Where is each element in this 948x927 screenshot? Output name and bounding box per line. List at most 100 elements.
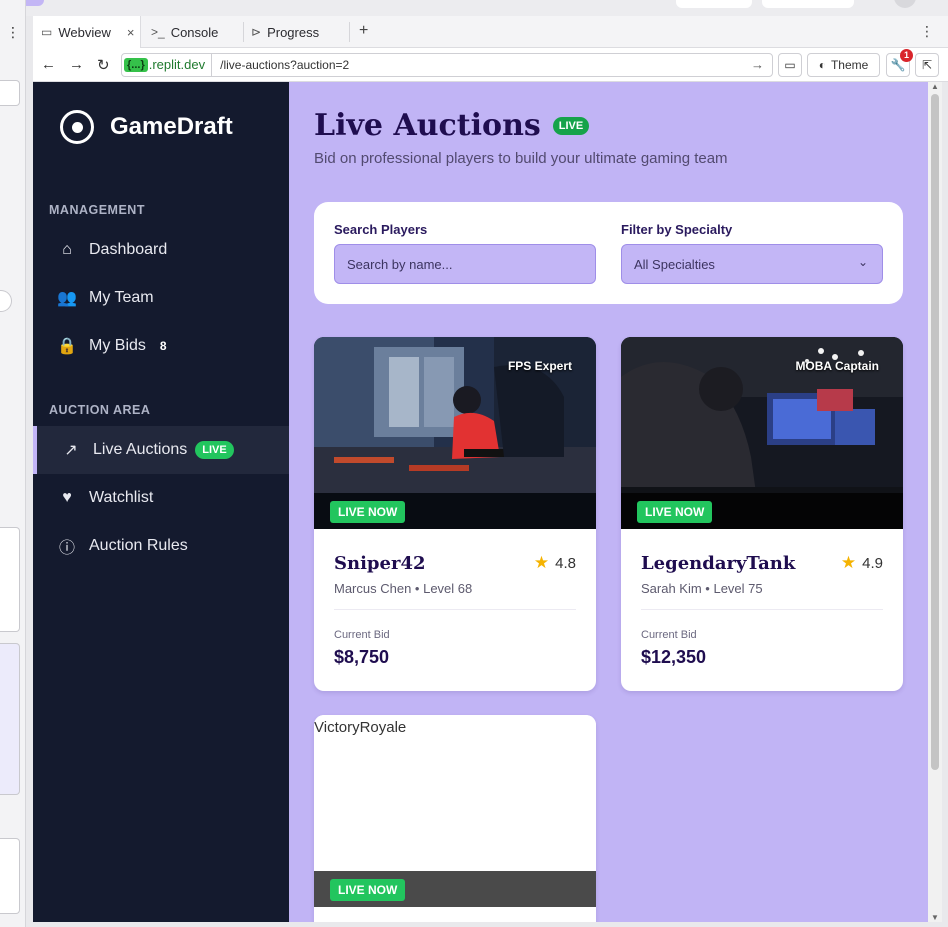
notification-badge: 1 <box>900 49 913 62</box>
panel-fragment <box>0 643 20 795</box>
player-rating: ★ 4.9 <box>841 553 883 573</box>
outer-app-button-fragment <box>676 0 752 8</box>
page-scrollbar[interactable]: ▲ ▼ <box>928 82 942 922</box>
new-tab-plus-icon[interactable]: + <box>359 22 368 40</box>
trending-up-icon: ↗ <box>64 442 78 459</box>
url-badge: {...} <box>124 58 148 72</box>
sidebar-item-label: My Bids <box>89 337 146 354</box>
filter-panel: Search Players Search by name... Filter … <box>314 202 903 304</box>
back-arrow-icon[interactable]: ← <box>41 56 56 73</box>
tab-divider <box>349 22 350 42</box>
brand[interactable]: GameDraft <box>60 110 233 144</box>
sidebar-item-my-bids[interactable]: 🔒 My Bids 8 <box>33 322 289 370</box>
player-meta: Marcus Chen • Level 68 <box>334 581 473 596</box>
tab-progress[interactable]: ⊳ Progress <box>243 16 349 48</box>
search-input[interactable]: Search by name... <box>334 244 596 284</box>
sidebar-item-label: My Team <box>89 289 154 306</box>
gamedraft-logo-icon <box>60 110 94 144</box>
reload-icon[interactable]: ↻ <box>97 56 110 74</box>
forward-arrow-icon[interactable]: → <box>69 56 84 73</box>
sidebar-item-label: Dashboard <box>89 241 168 258</box>
bid-value: $12,350 <box>641 647 707 667</box>
specialty-tag: MOBA Captain <box>795 359 879 373</box>
player-name: Sniper42 <box>334 553 426 574</box>
specialty-select[interactable]: All Specialties ⌄ <box>621 244 883 284</box>
webview-page: GameDraft MANAGEMENT ⌂ Dashboard 👥 My Te… <box>33 82 928 922</box>
brand-name: GameDraft <box>110 113 233 140</box>
star-icon: ★ <box>533 553 550 572</box>
outer-app-button-fragment <box>762 0 854 8</box>
sidebar-item-live-auctions[interactable]: ↗ Live Auctions LIVE <box>33 426 289 474</box>
theme-button[interactable]: ◐ Theme <box>807 53 880 77</box>
sidebar-item-my-team[interactable]: 👥 My Team <box>33 274 289 322</box>
section-title-management: MANAGEMENT <box>49 203 145 217</box>
live-badge: LIVE <box>552 116 590 135</box>
scroll-down-icon[interactable]: ▼ <box>931 913 939 922</box>
player-card[interactable]: FPS Expert LIVE NOW Sniper42 ★ 4.8 Marcu… <box>314 337 596 691</box>
avatar <box>894 0 916 8</box>
tab-console[interactable]: >_ Console <box>143 16 243 48</box>
live-now-badge: LIVE NOW <box>330 501 406 523</box>
browser-tab-bar: ▭ Webview × >_ Console ⊳ Progress + ⋮ <box>33 16 948 48</box>
player-rating: ★ 4.8 <box>534 553 576 573</box>
sidebar-item-label: Watchlist <box>89 489 154 506</box>
outer-app-left-panel: ⋮ <box>0 0 26 927</box>
theme-label: Theme <box>830 58 869 72</box>
tab-label: Console <box>170 24 219 40</box>
player-name: LegendaryTank <box>641 553 796 574</box>
scroll-up-icon[interactable]: ▲ <box>931 82 939 91</box>
panel-fragment <box>0 80 20 106</box>
player-meta: Sarah Kim • Level 75 <box>641 581 763 596</box>
live-badge: LIVE <box>195 441 234 459</box>
bid-label: Current Bid <box>334 629 390 641</box>
page-subtitle: Bid on professional players to build you… <box>314 150 728 167</box>
panel-fragment <box>0 838 20 914</box>
section-title-auction-area: AUCTION AREA <box>49 403 151 417</box>
player-card[interactable]: VictoryRoyale LIVE NOW <box>314 715 596 922</box>
more-options-icon[interactable]: ⋮ <box>920 23 934 40</box>
heart-icon: ♥ <box>62 489 72 506</box>
divider <box>334 609 576 610</box>
url-host: .replit.dev <box>149 54 213 76</box>
sidebar-item-label: Auction Rules <box>89 537 188 554</box>
sidebar: GameDraft MANAGEMENT ⌂ Dashboard 👥 My Te… <box>33 82 289 922</box>
monitor-icon: ▭ <box>41 25 53 39</box>
bid-label: Current Bid <box>641 629 697 641</box>
external-link-icon: ⇱ <box>921 58 933 72</box>
lock-icon: 🔒 <box>57 338 77 355</box>
tab-webview[interactable]: ▭ Webview × <box>33 16 141 48</box>
open-external-button[interactable]: ⇱ <box>915 53 939 77</box>
search-label: Search Players <box>334 222 428 237</box>
live-now-badge: LIVE NOW <box>637 501 713 523</box>
bid-value: $8,750 <box>334 647 390 667</box>
users-icon: 👥 <box>57 290 77 307</box>
filter-label: Filter by Specialty <box>621 222 733 237</box>
page-title: Live Auctions <box>314 108 541 143</box>
home-icon: ⌂ <box>62 241 72 258</box>
rating-value: 4.8 <box>555 554 576 572</box>
url-path: /live-auctions?auction=2 <box>220 58 350 72</box>
devtools-button[interactable]: 🔧 1 <box>886 49 913 77</box>
scrollbar-thumb[interactable] <box>931 94 939 770</box>
chevron-down-icon: ⌄ <box>857 255 868 269</box>
tab-label: Webview <box>58 24 111 40</box>
sidebar-item-watchlist[interactable]: ♥ Watchlist <box>33 474 289 522</box>
bids-count: 8 <box>159 339 167 353</box>
devices-button[interactable]: ▭ <box>778 53 802 77</box>
url-input[interactable]: {...} .replit.dev /live-auctions?auction… <box>121 53 773 77</box>
panel-fragment <box>0 527 20 632</box>
outer-app-top-strip <box>0 0 948 16</box>
sidebar-item-dashboard[interactable]: ⌂ Dashboard <box>33 226 289 274</box>
divider <box>641 609 883 610</box>
open-url-arrow-icon[interactable]: → <box>751 57 764 72</box>
address-bar: ← → ↻ {...} .replit.dev /live-auctions?a… <box>33 48 948 82</box>
more-options-icon[interactable]: ⋮ <box>6 24 20 41</box>
panel-toggle[interactable] <box>0 290 12 312</box>
sidebar-item-auction-rules[interactable]: ⓘ Auction Rules <box>33 522 289 570</box>
palette-icon: ◐ <box>818 58 826 72</box>
star-icon: ★ <box>840 553 857 572</box>
close-icon[interactable]: × <box>127 25 135 40</box>
monitor-icon: ▭ <box>784 58 796 72</box>
sidebar-item-label: Live Auctions <box>93 441 188 458</box>
player-card[interactable]: MOBA Captain LIVE NOW LegendaryTank ★ 4.… <box>621 337 903 691</box>
